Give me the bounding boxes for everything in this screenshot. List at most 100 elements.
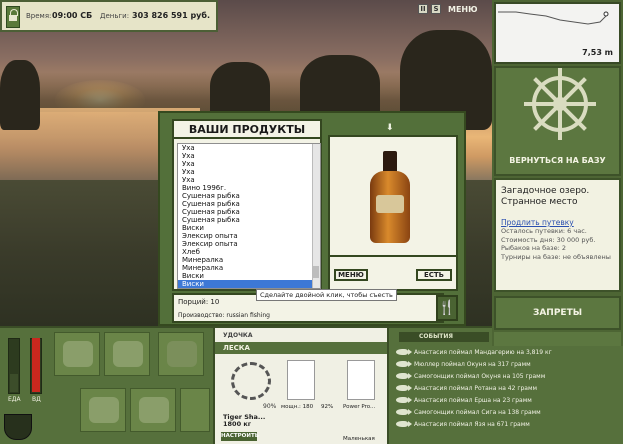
product-item[interactable]: Уха bbox=[178, 152, 320, 160]
pot-icon[interactable] bbox=[4, 414, 32, 440]
fish-icon bbox=[396, 349, 412, 355]
arrow-down-icon: ⬇ bbox=[386, 123, 394, 133]
eat-text-button[interactable]: ЕСТЬ bbox=[416, 269, 452, 281]
setup-button[interactable]: НАСТРОИТЬ bbox=[221, 432, 259, 441]
tackle-panel: УДОЧКА ЛЕСКА 90% Tiger Sha... 1800 кг НА… bbox=[213, 328, 389, 444]
maker-text: Производство: russian fishing bbox=[178, 312, 270, 319]
return-base-area[interactable]: ВЕРНУТЬСЯ НА БАЗУ bbox=[494, 66, 621, 176]
money-label: Деньги: bbox=[100, 12, 130, 20]
dialog-title: ВАШИ ПРОДУКТЫ bbox=[174, 121, 320, 139]
slot-tackle[interactable] bbox=[80, 388, 126, 432]
lure-label: Power Pro... bbox=[343, 404, 376, 410]
feed-row: Анастасия поймал Ротана на 42 грамм bbox=[392, 382, 623, 394]
lure-slot[interactable] bbox=[347, 360, 375, 400]
whisky-bottle-image bbox=[370, 151, 410, 243]
fish-icon bbox=[396, 397, 412, 403]
food-gauge-label: ЕДА bbox=[8, 396, 21, 403]
info-line: Рыбаков на базе: 2 bbox=[501, 244, 566, 252]
line-label: мощн.: 180 bbox=[281, 404, 314, 410]
slot-bucket[interactable] bbox=[130, 388, 176, 432]
product-item[interactable]: Вино 1996г. bbox=[178, 184, 320, 192]
pause-button[interactable]: II bbox=[418, 4, 428, 14]
menu-button[interactable]: МЕНЮ bbox=[334, 269, 368, 281]
fish-icon bbox=[396, 409, 412, 415]
time-value: 09:00 СБ bbox=[52, 11, 93, 20]
feed-text: Анастасия поймал Мандагерию на 3,819 кг bbox=[414, 348, 552, 356]
bans-button[interactable]: ЗАПРЕТЫ bbox=[494, 296, 621, 330]
extend-permit-link[interactable]: Продлить путевку bbox=[501, 218, 614, 227]
slot-backpack[interactable] bbox=[54, 332, 100, 376]
rod-percent: 90% bbox=[263, 403, 277, 410]
feed-text: Анастасия поймал Ерша на 23 грамм bbox=[414, 396, 532, 404]
time-label: Время: bbox=[26, 12, 52, 20]
product-item[interactable]: Виски bbox=[178, 272, 320, 280]
line-percent: 92% bbox=[321, 404, 334, 410]
feed-text: Самогонщик поймал Сига на 138 грамм bbox=[414, 408, 541, 416]
money-value: 303 826 591 руб. bbox=[132, 11, 211, 20]
info-line: Турниры на базе: не объявлены bbox=[501, 252, 611, 261]
tackle-icon bbox=[89, 397, 119, 423]
eat-button[interactable]: 🍴 bbox=[436, 295, 458, 321]
product-item[interactable]: Элексир опыта bbox=[178, 240, 320, 248]
product-preview: ⬇ МЕНЮ ЕСТЬ bbox=[328, 119, 458, 291]
products-dialog: ВАШИ ПРОДУКТЫ Уха Уха Уха Уха Уха Вино 1996г.… bbox=[158, 111, 466, 326]
preview-connector bbox=[330, 255, 456, 269]
slot-bag[interactable] bbox=[104, 332, 150, 376]
scrollbar-thumb[interactable] bbox=[313, 266, 319, 278]
product-item[interactable]: Уха bbox=[178, 160, 320, 168]
sound-button[interactable]: S bbox=[431, 4, 441, 14]
products-list[interactable]: Уха Уха Уха Уха Уха Вино 1996г. Сушеная рыбка С… bbox=[177, 143, 321, 289]
feed-text: Мюллер поймал Окуня на 317 грамм bbox=[414, 360, 531, 368]
tackle-top-label: УДОЧКА bbox=[223, 332, 253, 339]
preview-frame: МЕНЮ ЕСТЬ bbox=[328, 135, 458, 291]
ship-wheel-icon bbox=[524, 68, 596, 140]
feed-text: Самогонщик поймал Окуня на 105 грамм bbox=[414, 372, 546, 380]
feed-row: Анастасия поймал Язя на 671 грамм bbox=[392, 418, 623, 430]
events-feed: Анастасия поймал Мандагерию на 3,819 кг … bbox=[392, 346, 623, 444]
product-item[interactable]: Сушеная рыбка bbox=[178, 192, 320, 200]
top-buttons: II S МЕНЮ bbox=[418, 4, 478, 14]
feed-text: Анастасия поймал Язя на 671 грамм bbox=[414, 420, 530, 428]
product-item[interactable]: Уха bbox=[178, 168, 320, 176]
info-line: Стоимость дня: 30 000 руб. bbox=[501, 235, 596, 244]
product-item[interactable]: Уха bbox=[178, 176, 320, 184]
feed-row: Мюллер поймал Окуня на 317 грамм bbox=[392, 358, 623, 370]
rod-slot[interactable]: 90% Tiger Sha... 1800 кг НАСТРОИТЬ bbox=[217, 356, 277, 444]
health-gauge bbox=[30, 338, 42, 394]
product-item[interactable]: Хлеб bbox=[178, 248, 320, 256]
products-panel: ВАШИ ПРОДУКТЫ Уха Уха Уха Уха Уха Вино 1996г.… bbox=[172, 119, 322, 291]
tackle-header: ЛЕСКА bbox=[215, 342, 387, 354]
events-tab[interactable]: СОБЫТИЯ bbox=[399, 332, 489, 342]
product-item[interactable]: Элексир опыта bbox=[178, 232, 320, 240]
product-item[interactable]: Виски bbox=[178, 224, 320, 232]
list-scrollbar[interactable] bbox=[312, 144, 320, 288]
return-base-button[interactable]: ВЕРНУТЬСЯ НА БАЗУ bbox=[496, 156, 619, 165]
lake-info: Загадочное озеро. Странное место Продлит… bbox=[494, 178, 621, 292]
feed-row: Анастасия поймал Мандагерию на 3,819 кг bbox=[392, 346, 623, 358]
feed-row: Самогонщик поймал Сига на 138 грамм bbox=[392, 406, 623, 418]
feed-row: Самогонщик поймал Окуня на 105 грамм bbox=[392, 370, 623, 382]
product-item[interactable]: Уха bbox=[178, 144, 320, 152]
lock-icon[interactable] bbox=[6, 6, 20, 28]
depth-minimap[interactable]: 7,53 m bbox=[494, 2, 621, 64]
health-gauge-label: ВД bbox=[32, 396, 41, 403]
small-label: Маленькая bbox=[343, 436, 375, 442]
portions-count: Порций: 10 bbox=[178, 298, 220, 306]
product-item[interactable]: Сушеная рыбка bbox=[178, 208, 320, 216]
reel-icon bbox=[231, 362, 271, 400]
menu-button[interactable]: МЕНЮ bbox=[448, 5, 478, 14]
product-item[interactable]: Сушеная рыбка bbox=[178, 216, 320, 224]
fish-icon bbox=[396, 421, 412, 427]
product-item[interactable]: Минералка bbox=[178, 256, 320, 264]
product-item[interactable]: Сушеная рыбка bbox=[178, 200, 320, 208]
product-item[interactable]: Минералка bbox=[178, 264, 320, 272]
food-gauge bbox=[8, 338, 20, 394]
slot-extra[interactable] bbox=[180, 388, 210, 432]
line-slot[interactable] bbox=[287, 360, 315, 400]
slot-rod[interactable] bbox=[158, 332, 204, 376]
double-click-tooltip: Сделайте двойной клик, чтобы съесть bbox=[256, 289, 397, 301]
rod-name: Tiger Sha... 1800 кг bbox=[223, 413, 266, 428]
product-item[interactable]: Виски bbox=[178, 280, 320, 288]
bag-icon bbox=[113, 341, 143, 367]
gauges: ЕДА ВД bbox=[4, 338, 48, 408]
